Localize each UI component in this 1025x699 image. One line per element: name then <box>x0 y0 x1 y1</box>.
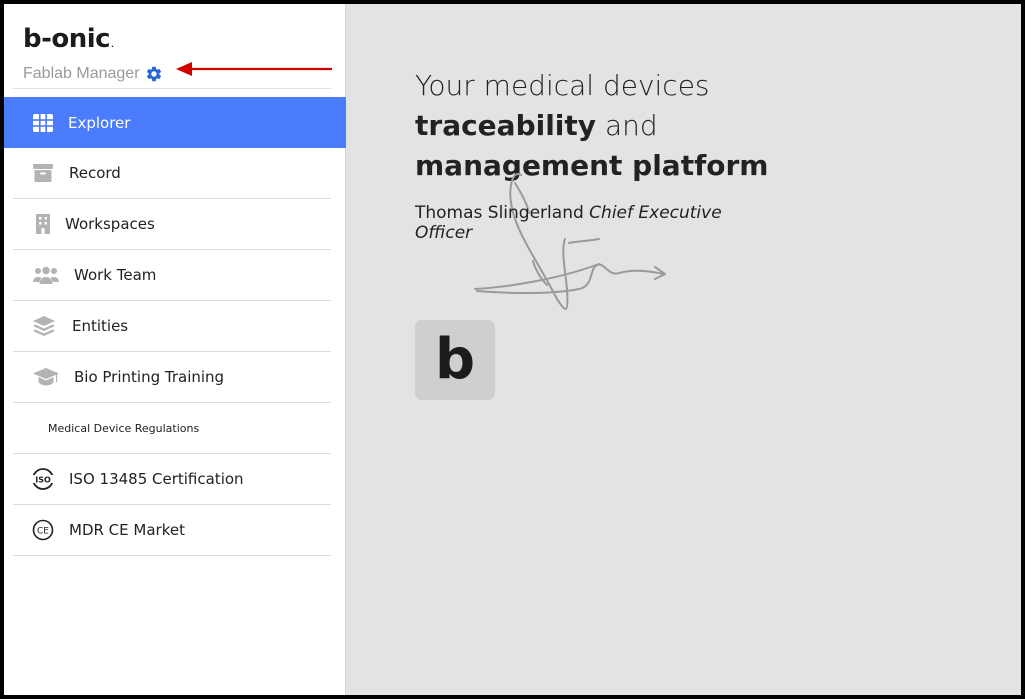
b-onic-logo-icon: b <box>415 320 495 400</box>
svg-text:CE: CE <box>37 527 49 537</box>
iso-icon: ISO <box>32 468 54 490</box>
sidebar-item-mdr-ce-market[interactable]: CE MDR CE Market <box>13 505 331 556</box>
sidebar-item-label: Entities <box>72 317 129 335</box>
sidebar-item-label: Record <box>69 164 121 182</box>
sidebar-item-workspaces[interactable]: Workspaces <box>13 199 331 250</box>
sidebar-item-label: ISO 13485 Certification <box>69 470 244 488</box>
svg-text:ISO: ISO <box>35 475 51 484</box>
sidebar-item-bio-printing-training[interactable]: Bio Printing Training <box>13 352 331 403</box>
headline-line-2: traceability and <box>415 109 658 142</box>
main-panel: Your medical devices traceability and ma… <box>346 4 1021 695</box>
headline-line-1: Your medical devices <box>415 69 710 102</box>
sidebar-item-label: Bio Printing Training <box>74 368 225 386</box>
sidebar-nav: Explorer Record Workspaces Work Team Ent… <box>4 97 346 556</box>
sidebar-item-label: Explorer <box>68 113 131 132</box>
archive-box-icon <box>32 162 54 184</box>
gear-icon[interactable] <box>145 65 163 83</box>
quote-attribution: Thomas Slingerland Chief Executive Offic… <box>415 203 735 243</box>
sidebar-item-record[interactable]: Record <box>13 148 331 199</box>
sidebar-item-work-team[interactable]: Work Team <box>13 250 331 301</box>
brand: b-onic. Fablab Manager <box>23 24 163 84</box>
section-title: Medical Device Regulations <box>13 403 331 454</box>
sidebar-item-iso-13485[interactable]: ISO ISO 13485 Certification <box>13 454 331 505</box>
annotation-arrow-icon <box>176 62 332 76</box>
users-icon <box>32 264 60 286</box>
org-row: Fablab Manager <box>23 64 163 84</box>
app-window: b-onic. Fablab Manager Explorer Record W… <box>4 4 1021 695</box>
sidebar-item-label: Work Team <box>74 266 157 284</box>
sidebar: b-onic. Fablab Manager Explorer Record W… <box>4 4 346 695</box>
sidebar-item-explorer[interactable]: Explorer <box>4 97 346 148</box>
sidebar-item-entities[interactable]: Entities <box>13 301 331 352</box>
ce-mark-icon: CE <box>32 519 54 541</box>
grid-icon <box>32 112 54 134</box>
graduation-cap-icon <box>32 366 60 388</box>
signature-image <box>474 172 666 310</box>
brand-logo[interactable]: b-onic. <box>23 24 163 60</box>
layers-icon <box>33 315 55 337</box>
headline: Your medical devices traceability and ma… <box>415 66 815 186</box>
quote-author: Thomas Slingerland <box>415 203 590 223</box>
building-icon <box>32 213 54 235</box>
sidebar-item-label: MDR CE Market <box>69 521 185 539</box>
sidebar-item-label: Workspaces <box>65 215 155 233</box>
org-name: Fablab Manager <box>23 65 140 82</box>
divider <box>13 88 331 89</box>
